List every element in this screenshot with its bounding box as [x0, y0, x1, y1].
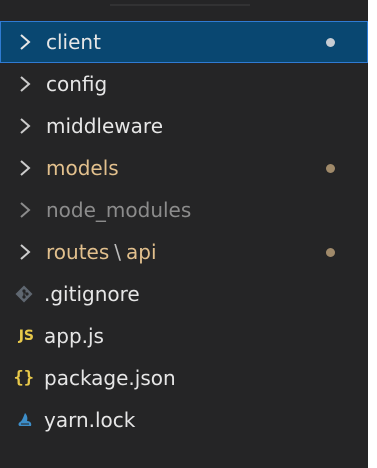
tree-item-label: app.js: [44, 324, 104, 348]
modified-dot-icon: [326, 164, 335, 173]
chevron-right-icon[interactable]: [0, 231, 46, 273]
tree-item-client[interactable]: client: [0, 21, 368, 63]
chevron-right-icon[interactable]: [0, 105, 46, 147]
chevron-right-icon[interactable]: [0, 21, 46, 63]
chevron-right-icon[interactable]: [0, 147, 46, 189]
js-icon: JS: [0, 315, 44, 357]
json-braces-icon: {}: [0, 357, 44, 399]
tree-item-gitignore[interactable]: .gitignore: [0, 273, 368, 315]
yarn-icon: [0, 399, 44, 441]
explorer-header-edge: [0, 0, 368, 16]
tree-item-label: client: [46, 30, 101, 54]
tree-item-app-js[interactable]: JS app.js: [0, 315, 368, 357]
file-explorer: client config middleware models node_mod…: [0, 0, 368, 468]
tree-item-label-routes: routes: [46, 240, 110, 264]
file-tree: client config middleware models node_mod…: [0, 21, 368, 441]
tree-item-models[interactable]: models: [0, 147, 368, 189]
tree-item-label-api: api: [126, 240, 157, 264]
tree-item-yarn-lock[interactable]: yarn.lock: [0, 399, 368, 441]
chevron-right-icon[interactable]: [0, 189, 46, 231]
tree-item-label: middleware: [46, 114, 163, 138]
json-braces-icon-text: {}: [13, 368, 34, 388]
tree-item-routes-api[interactable]: routes \ api: [0, 231, 368, 273]
modified-dot-icon: [326, 248, 335, 257]
js-icon-text: JS: [18, 328, 34, 344]
compact-folder-separator: \: [114, 240, 122, 264]
header-remnant: [110, 0, 250, 6]
git-icon: [0, 273, 44, 315]
tree-item-node-modules[interactable]: node_modules: [0, 189, 368, 231]
tree-item-middleware[interactable]: middleware: [0, 105, 368, 147]
tree-item-label: models: [46, 156, 119, 180]
tree-item-label: .gitignore: [44, 282, 140, 306]
chevron-right-icon[interactable]: [0, 63, 46, 105]
tree-item-config[interactable]: config: [0, 63, 368, 105]
tree-item-label: package.json: [44, 366, 176, 390]
tree-item-package-json[interactable]: {} package.json: [0, 357, 368, 399]
tree-item-label: config: [46, 72, 108, 96]
modified-dot-icon: [326, 38, 335, 47]
tree-item-label: yarn.lock: [44, 408, 136, 432]
tree-item-label: node_modules: [46, 198, 192, 222]
